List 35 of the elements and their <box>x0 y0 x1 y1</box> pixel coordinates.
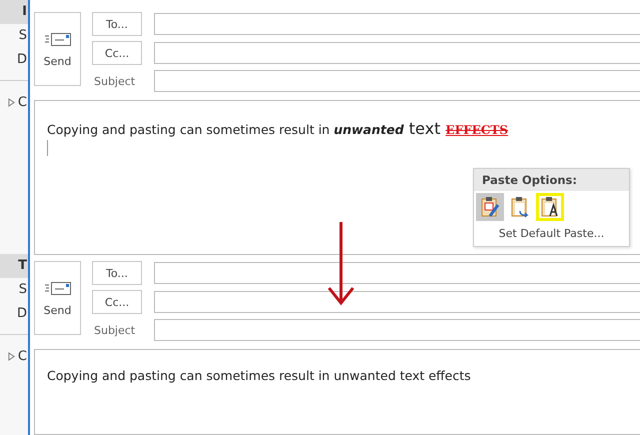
folder-item[interactable]: S <box>0 24 28 48</box>
folder-item[interactable]: D <box>0 48 28 72</box>
expand-icon[interactable] <box>8 98 15 107</box>
folder-item[interactable]: I <box>0 0 28 24</box>
subject-label: Subject <box>93 324 136 336</box>
paste-option-button[interactable] <box>536 193 564 221</box>
to-field[interactable] <box>154 262 640 284</box>
expand-icon[interactable] <box>8 352 15 361</box>
message-body[interactable]: Copying and pasting can sometimes result in unwanted text EFFECTS Paste Options: Set Default Paste... <box>34 100 640 255</box>
down-arrow-icon <box>326 222 356 306</box>
folder-item[interactable]: S <box>0 278 28 302</box>
set-default-paste-item[interactable]: Set Default Paste... <box>474 223 629 246</box>
folder-item[interactable]: T <box>0 254 28 278</box>
folder-label[interactable]: C <box>18 95 27 110</box>
message-text: Copying and pasting can sometimes result in unwanted text EFFECTS <box>47 119 510 138</box>
to-button[interactable]: To... <box>92 261 142 285</box>
envelope-icon <box>44 30 70 46</box>
send-button[interactable]: Send <box>34 12 81 86</box>
to-field[interactable] <box>154 13 640 35</box>
message-text: Copying and pasting can sometimes result in unwanted text effects <box>47 368 472 383</box>
folder-label[interactable]: C <box>18 349 27 364</box>
subject-field[interactable] <box>154 70 640 92</box>
cc-button[interactable]: Cc... <box>92 290 142 314</box>
cc-field[interactable] <box>154 291 640 313</box>
paste-option-button[interactable] <box>476 193 504 221</box>
cc-field[interactable] <box>154 42 640 64</box>
menu-title: Paste Options: <box>474 169 629 191</box>
subject-field[interactable] <box>154 319 640 341</box>
envelope-icon <box>44 280 70 296</box>
message-body[interactable]: Copying and pasting can sometimes result in unwanted text effects <box>34 349 640 435</box>
send-button[interactable]: Send <box>34 261 81 335</box>
subject-label: Subject <box>93 74 136 88</box>
to-button[interactable]: To... <box>92 12 142 36</box>
cc-button[interactable]: Cc... <box>92 41 142 65</box>
folder-item[interactable]: D <box>0 302 28 326</box>
